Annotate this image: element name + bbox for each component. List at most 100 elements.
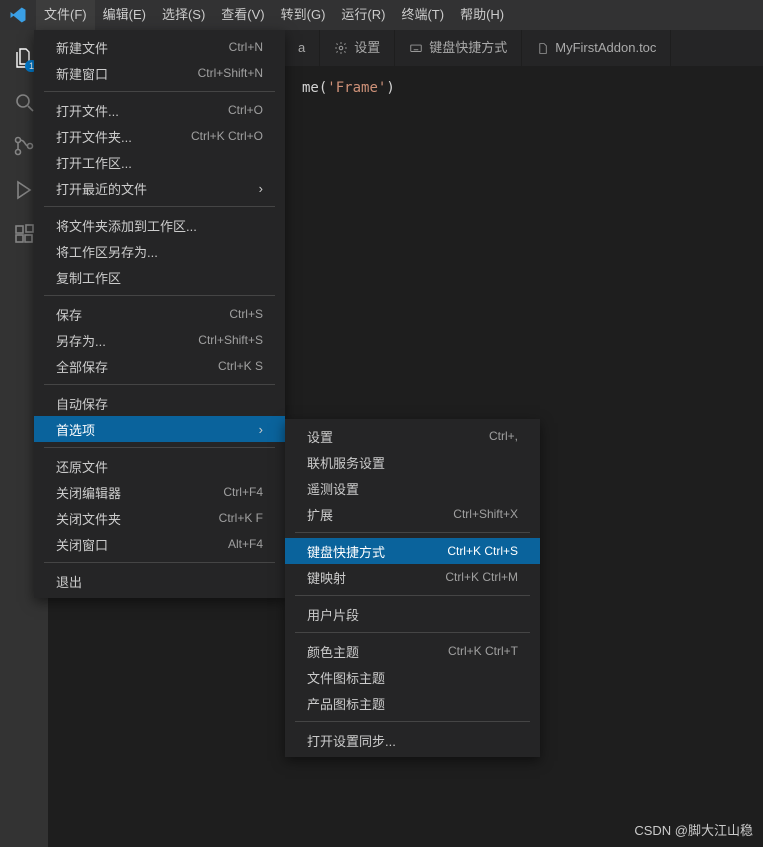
file-menu-close-window[interactable]: 关闭窗口 Alt+F4	[34, 531, 285, 557]
pref-file-icon-theme[interactable]: 文件图标主题	[285, 664, 540, 690]
menu-separator	[44, 562, 275, 563]
menu-shortcut: Ctrl+Shift+S	[198, 333, 263, 347]
menu-shortcut: Ctrl+,	[489, 429, 518, 443]
pref-user-snippets[interactable]: 用户片段	[285, 601, 540, 627]
menubar-run[interactable]: 运行(R)	[333, 0, 393, 30]
menu-separator	[295, 632, 530, 633]
menu-separator	[295, 532, 530, 533]
file-menu-exit[interactable]: 退出	[34, 568, 285, 594]
file-menu-new-file[interactable]: 新建文件 Ctrl+N	[34, 34, 285, 60]
menu-shortcut: Ctrl+N	[229, 40, 263, 54]
menu-separator	[44, 447, 275, 448]
pref-product-icon-theme[interactable]: 产品图标主题	[285, 690, 540, 716]
menu-label: 保存	[56, 305, 193, 324]
menubar-go[interactable]: 转到(G)	[273, 0, 334, 30]
menu-shortcut: Ctrl+K F	[219, 511, 263, 525]
menu-separator	[295, 595, 530, 596]
watermark: CSDN @脚大江山稳	[634, 820, 753, 839]
menu-label: 新建文件	[56, 38, 193, 57]
file-menu: 新建文件 Ctrl+N 新建窗口Ctrl+Shift+N 打开文件... Ctrl+…	[34, 30, 285, 598]
menu-label: 关闭编辑器	[56, 483, 187, 502]
menu-label: 颜色主题	[307, 642, 412, 661]
file-menu-open-workspace[interactable]: 打开工作区...	[34, 149, 285, 175]
menu-shortcut: Alt+F4	[228, 537, 263, 551]
tab-label: a	[298, 30, 305, 66]
vscode-logo-icon	[8, 5, 28, 25]
chevron-right-icon: ›	[259, 181, 263, 196]
file-menu-duplicate-workspace[interactable]: 复制工作区	[34, 264, 285, 290]
menu-label: 遥测设置	[307, 479, 518, 498]
menu-label: 打开设置同步...	[307, 731, 518, 750]
file-icon	[536, 42, 549, 55]
menu-shortcut: Ctrl+K Ctrl+M	[445, 570, 518, 584]
menu-shortcut: Ctrl+K Ctrl+S	[447, 544, 518, 558]
file-menu-new-window[interactable]: 新建窗口Ctrl+Shift+N	[34, 60, 285, 86]
menu-label: 复制工作区	[56, 268, 263, 287]
menubar-file[interactable]: 文件(F)	[36, 0, 95, 30]
menu-label: 首选项	[56, 420, 223, 439]
menu-label: 退出	[56, 572, 263, 591]
preferences-submenu: 设置Ctrl+, 联机服务设置 遥测设置 扩展Ctrl+Shift+X 键盘快捷…	[285, 419, 540, 757]
menu-shortcut: Ctrl+Shift+X	[453, 507, 518, 521]
file-menu-close-folder[interactable]: 关闭文件夹 Ctrl+K F	[34, 505, 285, 531]
menu-label: 将工作区另存为...	[56, 242, 263, 261]
menu-label: 联机服务设置	[307, 453, 518, 472]
menu-label: 全部保存	[56, 357, 182, 376]
tab-lua[interactable]: a	[284, 30, 320, 66]
code-text: )	[386, 80, 394, 96]
code-text: 'Frame'	[327, 80, 386, 96]
menubar-help[interactable]: 帮助(H)	[452, 0, 512, 30]
menu-label: 关闭文件夹	[56, 509, 183, 528]
gear-icon	[334, 41, 348, 55]
pref-color-theme[interactable]: 颜色主题 Ctrl+K Ctrl+T	[285, 638, 540, 664]
menu-shortcut: Ctrl+S	[229, 307, 263, 321]
menu-label: 打开文件...	[56, 101, 192, 120]
file-menu-save-as[interactable]: 另存为... Ctrl+Shift+S	[34, 327, 285, 353]
tab-keyboard-shortcuts[interactable]: 键盘快捷方式	[395, 30, 522, 66]
menu-label: 键盘快捷方式	[307, 542, 411, 561]
menu-label: 产品图标主题	[307, 694, 518, 713]
menu-shortcut: Ctrl+F4	[223, 485, 263, 499]
pref-online-services[interactable]: 联机服务设置	[285, 449, 540, 475]
file-menu-save-all[interactable]: 全部保存 Ctrl+K S	[34, 353, 285, 379]
pref-keymaps[interactable]: 键映射Ctrl+K Ctrl+M	[285, 564, 540, 590]
tab-label: MyFirstAddon.toc	[555, 30, 656, 66]
file-menu-add-folder[interactable]: 将文件夹添加到工作区...	[34, 212, 285, 238]
menu-separator	[44, 295, 275, 296]
menu-label: 打开工作区...	[56, 153, 263, 172]
pref-keyboard-shortcuts[interactable]: 键盘快捷方式 Ctrl+K Ctrl+S	[285, 538, 540, 564]
menubar-edit[interactable]: 编辑(E)	[95, 0, 154, 30]
pref-extensions[interactable]: 扩展Ctrl+Shift+X	[285, 501, 540, 527]
pref-settings[interactable]: 设置Ctrl+,	[285, 423, 540, 449]
file-menu-close-editor[interactable]: 关闭编辑器 Ctrl+F4	[34, 479, 285, 505]
pref-telemetry[interactable]: 遥测设置	[285, 475, 540, 501]
file-menu-open-folder[interactable]: 打开文件夹...Ctrl+K Ctrl+O	[34, 123, 285, 149]
menu-shortcut: Ctrl+K Ctrl+O	[191, 129, 263, 143]
file-menu-save[interactable]: 保存 Ctrl+S	[34, 301, 285, 327]
menu-shortcut: Ctrl+O	[228, 103, 263, 117]
menu-label: 文件图标主题	[307, 668, 518, 687]
file-menu-open-file[interactable]: 打开文件... Ctrl+O	[34, 97, 285, 123]
menu-shortcut: Ctrl+Shift+N	[198, 66, 263, 80]
keyboard-icon	[409, 41, 423, 55]
menubar-terminal[interactable]: 终端(T)	[393, 0, 452, 30]
file-menu-auto-save[interactable]: 自动保存	[34, 390, 285, 416]
menu-label: 自动保存	[56, 394, 263, 413]
file-menu-open-recent[interactable]: 打开最近的文件 ›	[34, 175, 285, 201]
pref-settings-sync[interactable]: 打开设置同步...	[285, 727, 540, 753]
tab-settings[interactable]: 设置	[320, 30, 395, 66]
menubar-view[interactable]: 查看(V)	[213, 0, 272, 30]
menu-label: 另存为...	[56, 331, 162, 350]
menu-shortcut: Ctrl+K S	[218, 359, 263, 373]
menu-separator	[44, 206, 275, 207]
menu-bar: 文件(F) 编辑(E) 选择(S) 查看(V) 转到(G) 运行(R) 终端(T…	[0, 0, 763, 30]
menu-label: 打开最近的文件	[56, 179, 223, 198]
menu-label: 关闭窗口	[56, 535, 192, 554]
menu-separator	[44, 91, 275, 92]
menubar-select[interactable]: 选择(S)	[154, 0, 213, 30]
file-menu-revert[interactable]: 还原文件	[34, 453, 285, 479]
file-menu-preferences[interactable]: 首选项›	[34, 416, 285, 442]
menu-shortcut: Ctrl+K Ctrl+T	[448, 644, 518, 658]
file-menu-save-workspace-as[interactable]: 将工作区另存为...	[34, 238, 285, 264]
tab-toc[interactable]: MyFirstAddon.toc	[522, 30, 671, 66]
